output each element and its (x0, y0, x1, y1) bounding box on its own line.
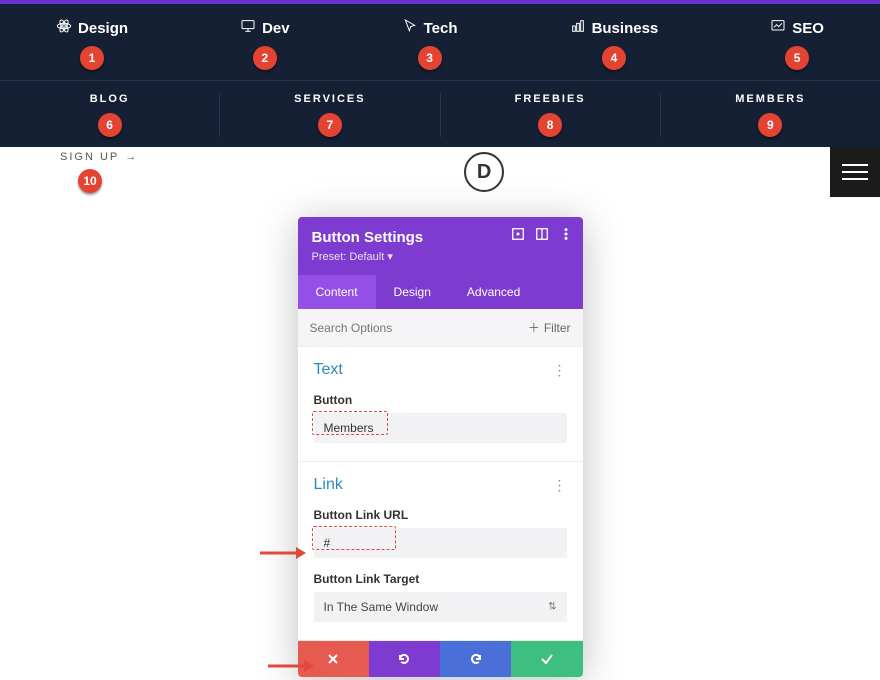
arrow-right-icon: → (125, 151, 138, 163)
more-icon[interactable]: ⋮ (553, 362, 567, 379)
search-input[interactable] (310, 321, 465, 335)
sub-nav: BLOG 6 SERVICES 7 FREEBIES 8 MEMBERS 9 (0, 80, 880, 147)
plus-icon: ＋ (528, 319, 540, 336)
more-icon[interactable] (559, 227, 573, 241)
field-label-target: Button Link Target (314, 572, 567, 586)
expand-icon[interactable] (511, 227, 525, 241)
numbered-badge: 8 (538, 113, 562, 137)
subnav-blog[interactable]: BLOG 6 (0, 93, 220, 137)
atom-icon (56, 18, 72, 38)
button-text-input[interactable] (314, 413, 567, 443)
topnav-label: Tech (424, 20, 458, 37)
topnav-design[interactable]: Design 1 (56, 18, 128, 70)
topnav-label: SEO (792, 20, 824, 37)
header-bar: SIGN UP → 10 D (0, 147, 880, 197)
seo-icon (770, 18, 786, 38)
tab-design[interactable]: Design (376, 275, 449, 309)
numbered-badge: 3 (418, 46, 442, 70)
link-target-select[interactable]: In The Same Window (314, 592, 567, 622)
signup-label: SIGN UP (60, 151, 119, 163)
topnav-label: Business (592, 20, 659, 37)
confirm-button[interactable] (511, 641, 582, 677)
tab-advanced[interactable]: Advanced (449, 275, 538, 309)
filter-button[interactable]: ＋Filter (528, 319, 571, 336)
section-link: Link ⋮ Button Link URL Button Link Targe… (298, 462, 583, 641)
topnav-label: Design (78, 20, 128, 37)
modal-header[interactable]: Button Settings Preset: Default ▾ (298, 217, 583, 275)
field-label-url: Button Link URL (314, 508, 567, 522)
numbered-badge: 2 (253, 46, 277, 70)
numbered-badge: 4 (602, 46, 626, 70)
topnav-label: Dev (262, 20, 290, 37)
modal-actionbar (298, 641, 583, 677)
search-row: ＋Filter (298, 309, 583, 347)
annotation-arrow (260, 544, 306, 567)
subnav-members[interactable]: MEMBERS 9 (661, 93, 880, 137)
undo-button[interactable] (369, 641, 440, 677)
numbered-badge: 7 (318, 113, 342, 137)
button-url-input[interactable] (314, 528, 567, 558)
menu-button[interactable] (830, 147, 880, 197)
numbered-badge: 5 (785, 46, 809, 70)
subnav-label: FREEBIES (515, 93, 586, 105)
signup-link[interactable]: SIGN UP → (60, 151, 138, 163)
cursor-icon (402, 18, 418, 38)
subnav-freebies[interactable]: FREEBIES 8 (441, 93, 661, 137)
topnav-seo[interactable]: SEO 5 (770, 18, 824, 70)
subnav-label: MEMBERS (735, 93, 805, 105)
section-title[interactable]: Link (314, 476, 343, 494)
numbered-badge: 1 (80, 46, 104, 70)
tab-content[interactable]: Content (298, 275, 376, 309)
numbered-badge: 9 (758, 113, 782, 137)
numbered-badge: 6 (98, 113, 122, 137)
modal-preset[interactable]: Preset: Default ▾ (312, 250, 569, 263)
more-icon[interactable]: ⋮ (553, 477, 567, 494)
logo[interactable]: D (464, 152, 504, 192)
numbered-badge: 10 (78, 169, 102, 193)
section-text: Text ⋮ Button (298, 347, 583, 462)
topnav-tech[interactable]: Tech 3 (402, 18, 458, 70)
subnav-label: BLOG (90, 93, 130, 105)
top-nav: Design 1 Dev 2 Tech 3 Business 4 SEO 5 (0, 4, 880, 80)
subnav-label: SERVICES (294, 93, 365, 105)
subnav-services[interactable]: SERVICES 7 (220, 93, 440, 137)
section-title[interactable]: Text (314, 361, 343, 379)
chevron-down-icon: ▾ (387, 251, 393, 263)
monitor-icon (240, 18, 256, 38)
button-settings-modal: Button Settings Preset: Default ▾ Conten… (298, 217, 583, 677)
logo-letter: D (477, 161, 491, 184)
chart-icon (570, 18, 586, 38)
field-label-button: Button (314, 393, 567, 407)
modal-tabs: Content Design Advanced (298, 275, 583, 309)
topnav-dev[interactable]: Dev 2 (240, 18, 290, 70)
annotation-arrow (268, 657, 314, 680)
topnav-business[interactable]: Business 4 (570, 18, 659, 70)
columns-icon[interactable] (535, 227, 549, 241)
redo-button[interactable] (440, 641, 511, 677)
